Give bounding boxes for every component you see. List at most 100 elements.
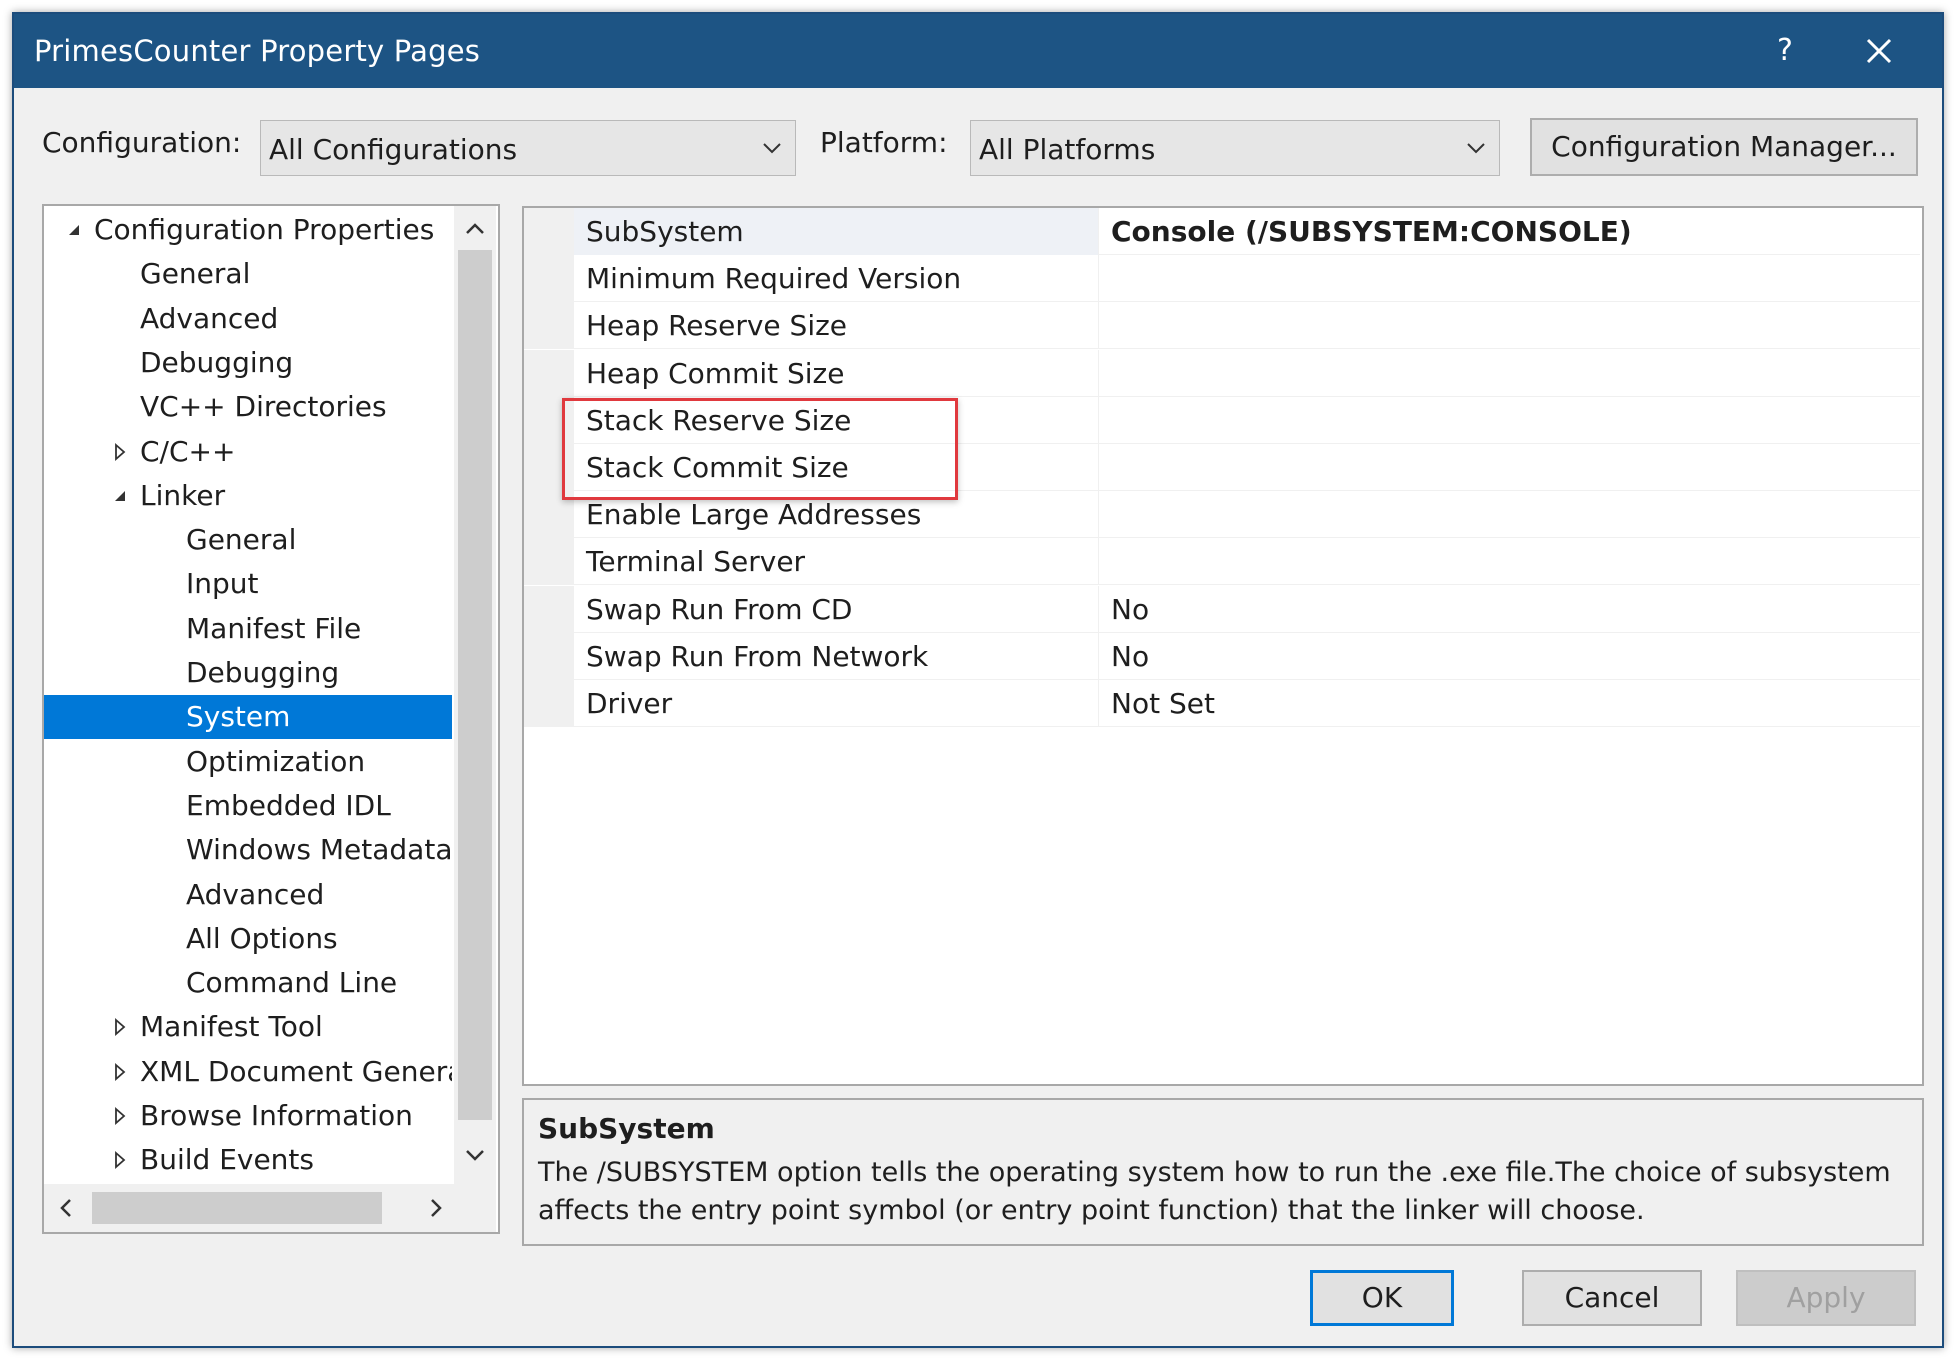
tree-item[interactable]: General — [44, 252, 452, 296]
property-row[interactable]: Swap Run From Network No — [524, 632, 1920, 680]
tree-item-label: Build Events — [140, 1143, 314, 1177]
collapsed-arrow-icon[interactable] — [110, 1106, 130, 1126]
tree-horizontal-scroll-thumb[interactable] — [92, 1192, 382, 1224]
tree-item-label: Windows Metadata — [186, 833, 452, 867]
tree-item-label: Advanced — [140, 301, 279, 335]
property-name[interactable]: Terminal Server — [574, 538, 1098, 585]
tree-item[interactable]: General — [44, 518, 452, 562]
property-value[interactable]: No — [1098, 585, 1920, 633]
tree-item-label: XML Document Genera — [140, 1054, 452, 1088]
property-value[interactable] — [1098, 444, 1920, 491]
tree-item[interactable]: Embedded IDL — [44, 784, 452, 828]
expanded-arrow-icon[interactable] — [110, 486, 130, 506]
description-title: SubSystem — [538, 1112, 715, 1145]
apply-button[interactable]: Apply — [1736, 1270, 1916, 1326]
tree-item[interactable]: Linker — [44, 474, 452, 518]
property-row[interactable]: Driver Not Set — [524, 680, 1920, 727]
property-value[interactable]: Console (/SUBSYSTEM:CONSOLE) — [1098, 208, 1920, 255]
tree-item[interactable]: Windows Metadata — [44, 828, 452, 872]
tree-item[interactable]: System — [44, 695, 452, 740]
tree-item[interactable]: Optimization — [44, 740, 452, 784]
property-row[interactable]: Heap Commit Size — [524, 349, 1920, 397]
expanded-arrow-icon[interactable] — [64, 220, 84, 240]
cancel-button[interactable]: Cancel — [1522, 1270, 1702, 1326]
highlight-annotation-box — [562, 398, 958, 500]
tree-item[interactable]: Input — [44, 562, 452, 606]
tree-item[interactable]: XML Document Genera — [44, 1050, 452, 1094]
close-icon — [1866, 38, 1892, 64]
tree-vertical-scroll-thumb[interactable] — [458, 250, 492, 1120]
property-grid: SubSystem Console (/SUBSYSTEM:CONSOLE) Min… — [522, 206, 1924, 1086]
property-value[interactable] — [1098, 349, 1920, 397]
configuration-manager-button[interactable]: Configuration Manager... — [1530, 118, 1918, 176]
property-value[interactable] — [1098, 302, 1920, 350]
close-button[interactable] — [1852, 24, 1906, 78]
tree-item[interactable]: C/C++ — [44, 430, 452, 474]
property-value[interactable] — [1098, 255, 1920, 303]
collapsed-arrow-icon[interactable] — [110, 1150, 130, 1170]
tree-item[interactable]: Command Line — [44, 961, 452, 1005]
collapsed-arrow-icon[interactable] — [110, 442, 130, 462]
property-name[interactable]: Swap Run From CD — [574, 586, 1098, 633]
property-row[interactable]: SubSystem Console (/SUBSYSTEM:CONSOLE) — [524, 208, 1920, 255]
property-name[interactable]: Heap Commit Size — [574, 350, 1098, 397]
tree-item-label: Embedded IDL — [186, 788, 391, 822]
scroll-left-icon[interactable] — [54, 1196, 78, 1220]
property-row[interactable]: Minimum Required Version — [524, 255, 1920, 303]
property-name[interactable]: Heap Reserve Size — [574, 302, 1098, 349]
tree-item[interactable]: Manifest File — [44, 607, 452, 651]
property-name[interactable]: Minimum Required Version — [574, 255, 1098, 302]
ok-button[interactable]: OK — [1310, 1270, 1454, 1326]
tree-item[interactable]: Advanced — [44, 873, 452, 917]
property-pages-dialog: PrimesCounter Property Pages ? Configura… — [12, 12, 1944, 1348]
row-gutter — [524, 255, 574, 303]
title-bar: PrimesCounter Property Pages ? — [14, 14, 1942, 88]
configuration-value: All Configurations — [269, 133, 518, 166]
tree-item[interactable]: Browse Information — [44, 1094, 452, 1138]
tree-item-label: Advanced — [186, 877, 325, 911]
row-gutter — [524, 349, 574, 397]
tree-item[interactable]: Configuration Properties — [44, 208, 452, 252]
tree-item-label: General — [140, 257, 251, 291]
description-text: The /SUBSYSTEM option tells the operatin… — [538, 1157, 1891, 1226]
tree-item-label: C/C++ — [140, 434, 236, 468]
tree-item[interactable]: Manifest Tool — [44, 1005, 452, 1049]
tree-item[interactable]: Advanced — [44, 297, 452, 341]
scroll-down-icon[interactable] — [462, 1142, 488, 1168]
chevron-down-icon — [1467, 143, 1485, 154]
scroll-up-icon[interactable] — [462, 216, 488, 242]
window-title: PrimesCounter Property Pages — [34, 34, 481, 68]
property-row[interactable]: Swap Run From CD No — [524, 585, 1920, 633]
tree-item-label: Optimization — [186, 744, 366, 778]
tree-item[interactable]: VC++ Directories — [44, 385, 452, 429]
help-button[interactable]: ? — [1758, 24, 1812, 78]
collapsed-arrow-icon[interactable] — [110, 1062, 130, 1082]
property-row[interactable]: Heap Reserve Size — [524, 302, 1920, 350]
property-name[interactable]: Swap Run From Network — [574, 633, 1098, 680]
tree-item[interactable]: Debugging — [44, 651, 452, 695]
row-gutter — [524, 302, 574, 350]
tree-item-label: Debugging — [140, 345, 294, 379]
configuration-dropdown[interactable]: All Configurations — [260, 120, 796, 176]
tree-item-label: Manifest File — [186, 611, 362, 645]
tree-item-label: Debugging — [186, 656, 340, 689]
property-value[interactable] — [1098, 538, 1920, 586]
tree-item[interactable]: All Options — [44, 917, 452, 961]
property-row[interactable]: Terminal Server — [524, 538, 1920, 586]
collapsed-arrow-icon[interactable] — [110, 1017, 130, 1037]
tree-item-label: Linker — [140, 478, 226, 512]
property-value[interactable]: No — [1098, 632, 1920, 680]
property-name[interactable]: SubSystem — [574, 208, 1098, 255]
category-tree: Configuration Properties General Advanced D… — [42, 204, 500, 1234]
tree-horizontal-scrollbar[interactable] — [44, 1184, 496, 1232]
property-name[interactable]: Driver — [574, 680, 1098, 727]
platform-dropdown[interactable]: All Platforms — [970, 120, 1500, 176]
property-value[interactable] — [1098, 396, 1920, 444]
tree-item[interactable]: Debugging — [44, 341, 452, 385]
tree-item[interactable]: Build Events — [44, 1138, 452, 1182]
scroll-right-icon[interactable] — [424, 1196, 448, 1220]
tree-vertical-scrollbar[interactable] — [454, 206, 496, 1184]
property-value[interactable] — [1098, 491, 1920, 539]
property-value[interactable]: Not Set — [1098, 680, 1920, 727]
row-gutter — [524, 632, 574, 680]
